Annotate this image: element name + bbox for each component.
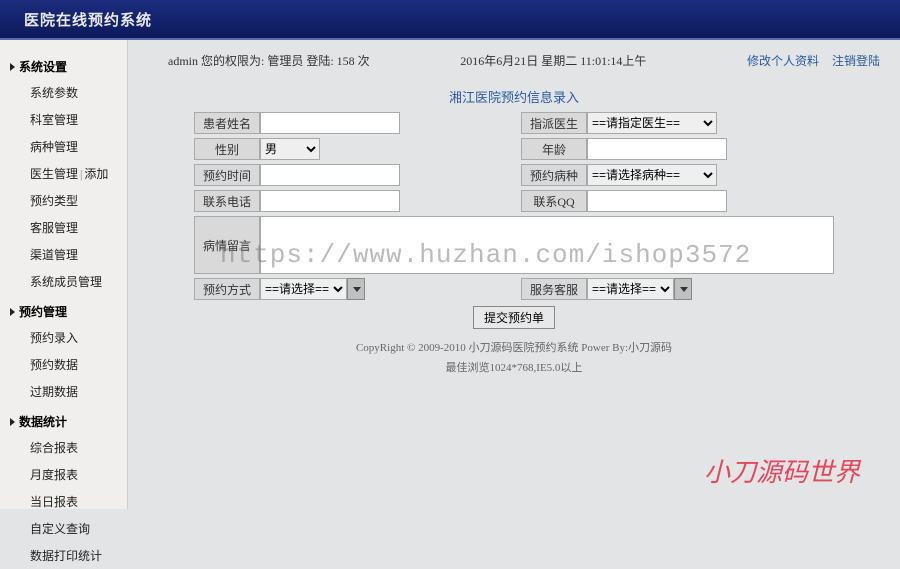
arrow-icon: [10, 308, 15, 316]
select-method[interactable]: ==请选择==: [260, 278, 347, 300]
nav-dept-mgmt[interactable]: 科室管理: [0, 106, 127, 133]
lbl-patient-name: 患者姓名: [194, 112, 260, 134]
select-doctor[interactable]: ==请指定医生==: [587, 112, 717, 134]
booking-form: 患者姓名 指派医生 ==请指定医生== 性别 男 年龄: [194, 112, 834, 329]
footer: CopyRight © 2009-2010 小刀源码医院预约系统 Power B…: [144, 339, 884, 379]
datetime: 2016年6月21日 星期二 11:01:14上午: [460, 52, 646, 69]
service-dropdown-icon[interactable]: [674, 278, 692, 300]
app-header: 医院在线预约系统: [0, 0, 900, 40]
lbl-age: 年龄: [521, 138, 587, 160]
lbl-gender: 性别: [194, 138, 260, 160]
nav-channel-mgmt[interactable]: 渠道管理: [0, 241, 127, 268]
input-age[interactable]: [587, 138, 727, 160]
link-logout[interactable]: 注销登陆: [832, 54, 880, 68]
footer-resolution: 最佳浏览1024*768,IE5.0以上: [144, 359, 884, 379]
nav-group-system: 系统设置 系统参数 科室管理 病种管理 医生管理|添加 预约类型 客服管理 渠道…: [0, 54, 127, 295]
arrow-icon: [10, 418, 15, 426]
nav-group-booking: 预约管理 预约录入 预约数据 过期数据: [0, 299, 127, 405]
nav-sys-params[interactable]: 系统参数: [0, 79, 127, 106]
lbl-phone: 联系电话: [194, 190, 260, 212]
select-gender[interactable]: 男: [260, 138, 320, 160]
nav-book-data[interactable]: 预约数据: [0, 351, 127, 378]
nav-print-stats[interactable]: 数据打印统计: [0, 542, 127, 569]
lbl-doctor: 指派医生: [521, 112, 587, 134]
input-book-time[interactable]: [260, 164, 400, 186]
top-info-bar: admin 您的权限为: 管理员 登陆: 158 次 2016年6月21日 星期…: [144, 52, 884, 79]
arrow-icon: [10, 63, 15, 71]
nav-custom-query[interactable]: 自定义查询: [0, 515, 127, 542]
nav-doctor-mgmt[interactable]: 医生管理|添加: [0, 160, 127, 187]
submit-button[interactable]: 提交预约单: [473, 306, 555, 329]
link-profile[interactable]: 修改个人资料: [747, 54, 819, 68]
method-dropdown-icon[interactable]: [347, 278, 365, 300]
layout: 系统设置 系统参数 科室管理 病种管理 医生管理|添加 预约类型 客服管理 渠道…: [0, 40, 900, 509]
app-title: 医院在线预约系统: [24, 9, 152, 30]
nav-expired-data[interactable]: 过期数据: [0, 378, 127, 405]
nav-report-day[interactable]: 当日报表: [0, 488, 127, 515]
nav-head-system[interactable]: 系统设置: [0, 54, 127, 79]
select-disease[interactable]: ==请选择病种==: [587, 164, 717, 186]
nav-head-stats[interactable]: 数据统计: [0, 409, 127, 434]
form-title: 湘江医院预约信息录入: [144, 87, 884, 106]
lbl-remark: 病情留言: [194, 216, 260, 274]
lbl-method: 预约方式: [194, 278, 260, 300]
lbl-service: 服务客服: [521, 278, 587, 300]
nav-group-stats: 数据统计 综合报表 月度报表 当日报表 自定义查询 数据打印统计: [0, 409, 127, 569]
nav-disease-mgmt[interactable]: 病种管理: [0, 133, 127, 160]
nav-head-booking[interactable]: 预约管理: [0, 299, 127, 324]
footer-copyright: CopyRight © 2009-2010 小刀源码医院预约系统 Power B…: [144, 339, 884, 359]
top-links: 修改个人资料 注销登陆: [737, 52, 880, 69]
select-service[interactable]: ==请选择==: [587, 278, 674, 300]
input-qq[interactable]: [587, 190, 727, 212]
nav-member-mgmt[interactable]: 系统成员管理: [0, 268, 127, 295]
main-content: admin 您的权限为: 管理员 登陆: 158 次 2016年6月21日 星期…: [128, 40, 900, 509]
nav-service-mgmt[interactable]: 客服管理: [0, 214, 127, 241]
lbl-disease: 预约病种: [521, 164, 587, 186]
nav-book-entry[interactable]: 预约录入: [0, 324, 127, 351]
lbl-qq: 联系QQ: [521, 190, 587, 212]
lbl-book-time: 预约时间: [194, 164, 260, 186]
textarea-remark[interactable]: [260, 216, 834, 274]
login-info: admin 您的权限为: 管理员 登陆: 158 次: [168, 52, 370, 69]
nav-book-type[interactable]: 预约类型: [0, 187, 127, 214]
sidebar: 系统设置 系统参数 科室管理 病种管理 医生管理|添加 预约类型 客服管理 渠道…: [0, 40, 128, 509]
input-phone[interactable]: [260, 190, 400, 212]
nav-report-month[interactable]: 月度报表: [0, 461, 127, 488]
input-patient-name[interactable]: [260, 112, 400, 134]
nav-report-all[interactable]: 综合报表: [0, 434, 127, 461]
